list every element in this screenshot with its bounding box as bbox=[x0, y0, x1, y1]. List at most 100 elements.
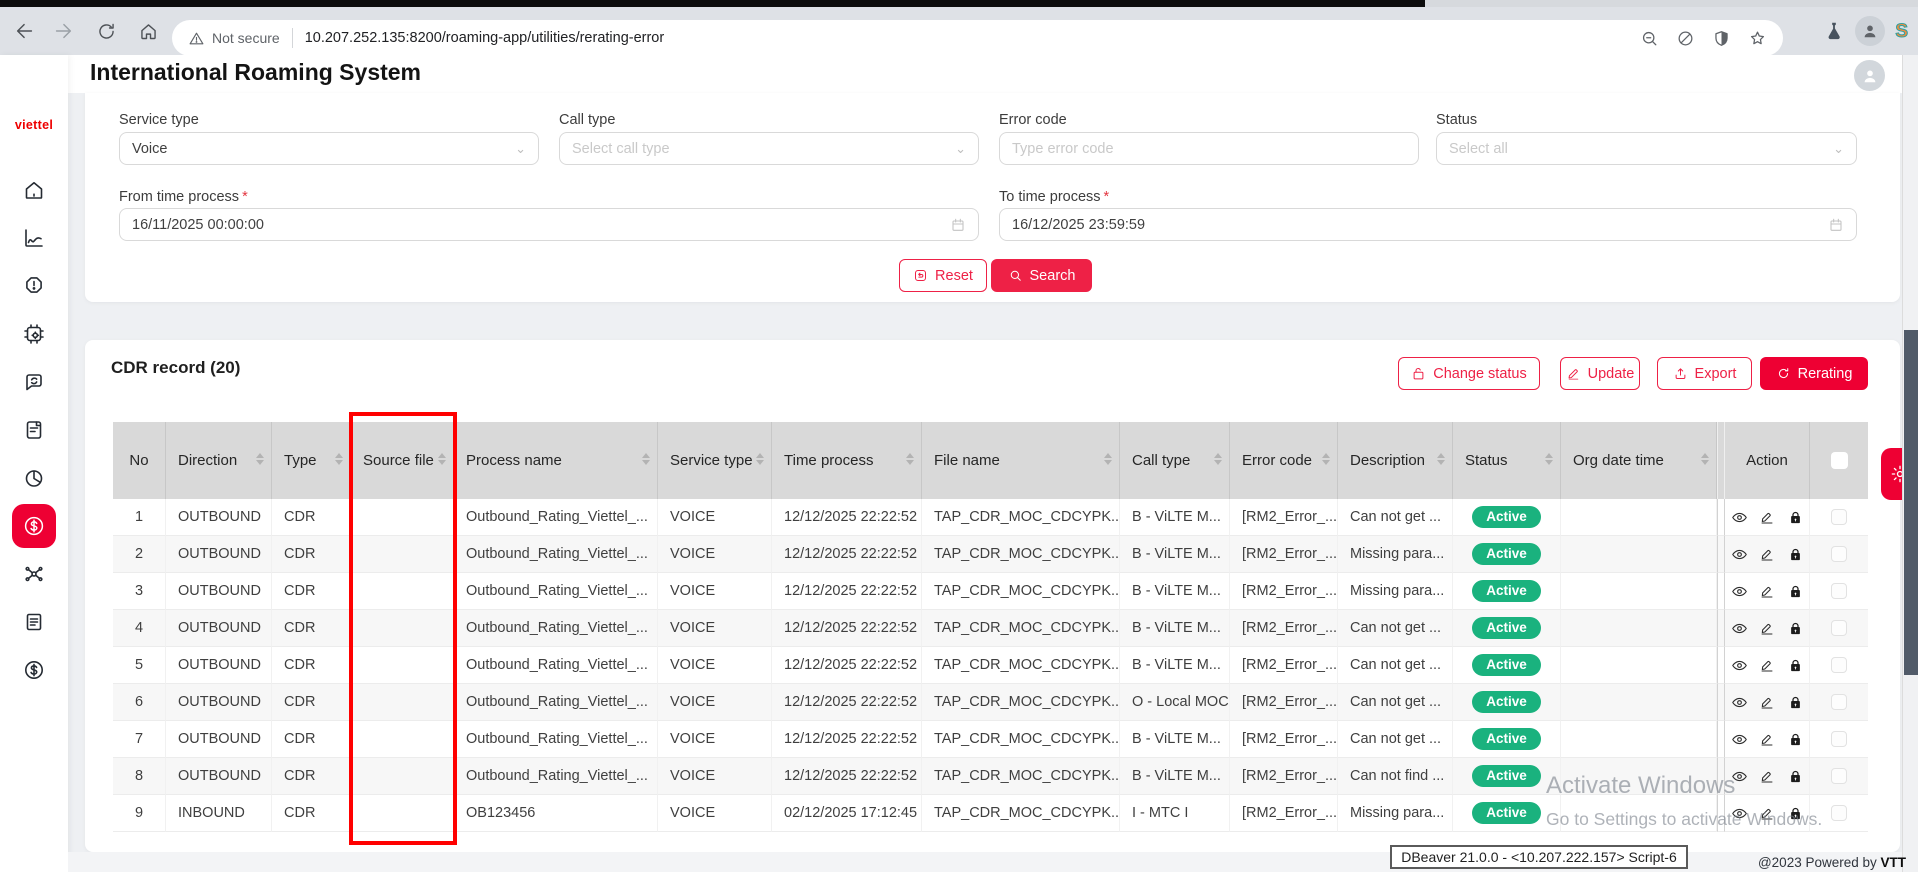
s-extension-icon[interactable]: S bbox=[1895, 22, 1908, 41]
zoom-out-icon[interactable] bbox=[1640, 29, 1659, 48]
sidebar-item-network-icon[interactable] bbox=[22, 562, 46, 586]
sort-carets-icon[interactable] bbox=[1104, 453, 1112, 465]
col-header-status[interactable]: Status bbox=[1453, 422, 1561, 499]
edit-icon[interactable] bbox=[1758, 767, 1776, 785]
service-type-select[interactable]: Voice⌄ bbox=[119, 132, 539, 165]
sidebar-item-line-chart-icon[interactable] bbox=[22, 226, 46, 250]
browser-scrollbar-thumb[interactable] bbox=[1904, 330, 1918, 675]
col-header-type[interactable]: Type bbox=[272, 422, 351, 499]
row-checkbox[interactable] bbox=[1831, 768, 1847, 784]
calendar-icon[interactable] bbox=[1828, 217, 1844, 233]
url-text[interactable]: 10.207.252.135:8200/roaming-app/utilitie… bbox=[305, 30, 1640, 46]
sort-carets-icon[interactable] bbox=[756, 453, 764, 465]
sort-carets-icon[interactable] bbox=[1701, 453, 1709, 465]
col-header-call-type[interactable]: Call type bbox=[1120, 422, 1230, 499]
edit-icon[interactable] bbox=[1758, 804, 1776, 822]
view-icon[interactable] bbox=[1730, 730, 1748, 748]
star-icon[interactable] bbox=[1748, 29, 1767, 48]
col-header-service-type[interactable]: Service type bbox=[658, 422, 772, 499]
sidebar-item-chip-settings-icon[interactable] bbox=[22, 322, 46, 346]
shield-icon[interactable] bbox=[1712, 29, 1731, 48]
view-icon[interactable] bbox=[1730, 767, 1748, 785]
view-icon[interactable] bbox=[1730, 545, 1748, 563]
view-icon[interactable] bbox=[1730, 619, 1748, 637]
edit-icon[interactable] bbox=[1758, 508, 1776, 526]
edit-icon[interactable] bbox=[1758, 656, 1776, 674]
view-icon[interactable] bbox=[1730, 656, 1748, 674]
sidebar-item-dollar-active[interactable] bbox=[12, 504, 56, 548]
edit-icon[interactable] bbox=[1758, 619, 1776, 637]
row-checkbox[interactable] bbox=[1831, 583, 1847, 599]
sidebar-item-alert-hexagon-icon[interactable] bbox=[22, 274, 46, 298]
blocked-icon[interactable] bbox=[1676, 29, 1695, 48]
sort-carets-icon[interactable] bbox=[642, 453, 650, 465]
sidebar-item-file-report-icon[interactable] bbox=[22, 418, 46, 442]
update-button[interactable]: Update bbox=[1560, 357, 1640, 390]
lock-icon[interactable] bbox=[1786, 693, 1804, 711]
search-button[interactable]: Search bbox=[991, 259, 1092, 292]
flask-extension-icon[interactable] bbox=[1823, 20, 1845, 42]
sidebar-item-pie-chart-icon[interactable] bbox=[22, 466, 46, 490]
col-header-file-name[interactable]: File name bbox=[922, 422, 1120, 499]
rerating-button[interactable]: Rerating bbox=[1760, 357, 1868, 390]
lock-icon[interactable] bbox=[1786, 582, 1804, 600]
col-header-time-process[interactable]: Time process bbox=[772, 422, 922, 499]
change-status-button[interactable]: Change status bbox=[1398, 357, 1540, 390]
view-icon[interactable] bbox=[1730, 508, 1748, 526]
calendar-icon[interactable] bbox=[950, 217, 966, 233]
sidebar-item-chat-sync-icon[interactable] bbox=[22, 370, 46, 394]
sort-carets-icon[interactable] bbox=[438, 453, 446, 465]
row-checkbox[interactable] bbox=[1831, 694, 1847, 710]
col-header-source-file[interactable]: Source file bbox=[351, 422, 454, 499]
edit-icon[interactable] bbox=[1758, 545, 1776, 563]
from-time-input[interactable]: 16/11/2025 00:00:00 bbox=[119, 208, 979, 241]
row-checkbox[interactable] bbox=[1831, 620, 1847, 636]
lock-icon[interactable] bbox=[1786, 804, 1804, 822]
forward-icon[interactable] bbox=[50, 18, 76, 44]
export-button[interactable]: Export bbox=[1657, 357, 1752, 390]
edit-icon[interactable] bbox=[1758, 730, 1776, 748]
edit-icon[interactable] bbox=[1758, 693, 1776, 711]
row-checkbox[interactable] bbox=[1831, 805, 1847, 821]
refresh-icon[interactable] bbox=[93, 18, 119, 44]
sort-carets-icon[interactable] bbox=[1437, 453, 1445, 465]
sort-carets-icon[interactable] bbox=[256, 453, 264, 465]
address-bar[interactable]: Not secure 10.207.252.135:8200/roaming-a… bbox=[172, 20, 1783, 56]
row-checkbox[interactable] bbox=[1831, 731, 1847, 747]
col-header-description[interactable]: Description bbox=[1338, 422, 1453, 499]
lock-icon[interactable] bbox=[1786, 767, 1804, 785]
lock-icon[interactable] bbox=[1786, 508, 1804, 526]
row-checkbox[interactable] bbox=[1831, 657, 1847, 673]
sort-carets-icon[interactable] bbox=[335, 453, 343, 465]
col-header-error-code[interactable]: Error code bbox=[1230, 422, 1338, 499]
call-type-select[interactable]: Select call type⌄ bbox=[559, 132, 979, 165]
sort-carets-icon[interactable] bbox=[1322, 453, 1330, 465]
to-time-input[interactable]: 16/12/2025 23:59:59 bbox=[999, 208, 1857, 241]
sidebar-item-home-icon[interactable] bbox=[22, 178, 46, 202]
back-icon[interactable] bbox=[12, 18, 38, 44]
row-checkbox[interactable] bbox=[1831, 546, 1847, 562]
row-checkbox[interactable] bbox=[1831, 509, 1847, 525]
error-code-input[interactable]: Type error code bbox=[999, 132, 1419, 165]
browser-profile-icon[interactable] bbox=[1855, 16, 1885, 46]
view-icon[interactable] bbox=[1730, 582, 1748, 600]
reset-button[interactable]: Reset bbox=[899, 259, 987, 292]
lock-icon[interactable] bbox=[1786, 730, 1804, 748]
home-icon[interactable] bbox=[135, 18, 161, 44]
lock-icon[interactable] bbox=[1786, 656, 1804, 674]
sidebar-item-dollar-circle-icon[interactable] bbox=[22, 658, 46, 682]
sort-carets-icon[interactable] bbox=[1545, 453, 1553, 465]
view-icon[interactable] bbox=[1730, 804, 1748, 822]
col-header-org-date-time[interactable]: Org date time bbox=[1561, 422, 1717, 499]
col-header-select-all[interactable] bbox=[1810, 422, 1868, 499]
lock-icon[interactable] bbox=[1786, 545, 1804, 563]
user-avatar[interactable] bbox=[1854, 60, 1885, 91]
sort-carets-icon[interactable] bbox=[906, 453, 914, 465]
col-header-direction[interactable]: Direction bbox=[166, 422, 272, 499]
view-icon[interactable] bbox=[1730, 693, 1748, 711]
edit-icon[interactable] bbox=[1758, 582, 1776, 600]
lock-icon[interactable] bbox=[1786, 619, 1804, 637]
sort-carets-icon[interactable] bbox=[1214, 453, 1222, 465]
select-all-checkbox[interactable] bbox=[1831, 452, 1848, 469]
sidebar-item-list-file-icon[interactable] bbox=[22, 610, 46, 634]
